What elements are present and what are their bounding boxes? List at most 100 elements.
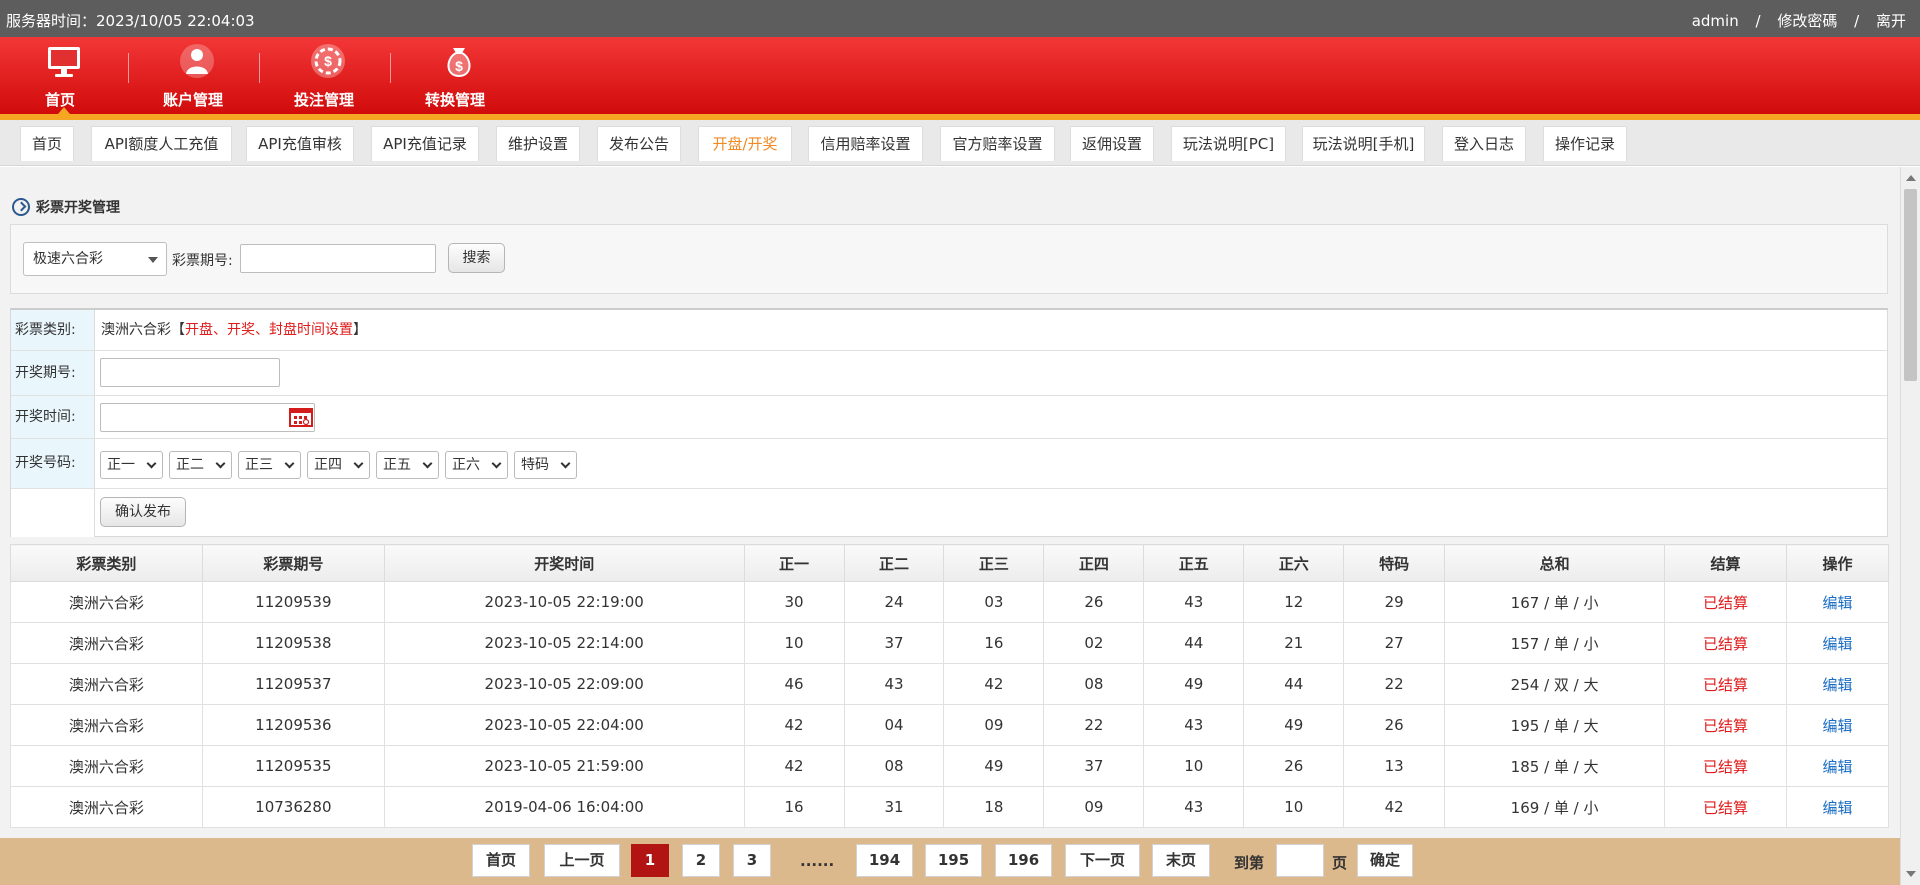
tab-api-topup-review[interactable]: API充值审核 (246, 126, 354, 161)
ball-5-select[interactable]: 正五 (376, 451, 439, 479)
table-row: 澳洲六合彩 11209536 2023-10-05 22:04:00 42 04 09 22… (10, 704, 1890, 746)
vertical-scrollbar[interactable] (1900, 167, 1920, 885)
page-1-button[interactable]: 1 (631, 844, 669, 877)
page-194-button[interactable]: 194 (856, 844, 913, 877)
top-status-bar: 服务器时间：2023/10/05 22:04:03 admin / 修改密碼 /… (0, 0, 1920, 37)
prev-page-button[interactable]: 上一页 (544, 844, 620, 877)
table-cell: 43 (1143, 704, 1245, 746)
scroll-down-icon[interactable] (1906, 871, 1916, 877)
edit-link[interactable]: 编辑 (1785, 622, 1890, 664)
schedule-settings-link[interactable]: 开盘、开奖、封盘时间设置 (185, 322, 353, 338)
search-button[interactable]: 搜索 (448, 243, 505, 273)
special-number-select[interactable]: 特码 (514, 451, 577, 479)
col-header: 正一 (743, 544, 845, 582)
nav-bets[interactable]: $ 投注管理 (269, 37, 379, 114)
ball-1-select[interactable]: 正一 (100, 451, 163, 479)
section-title-text: 彩票开奖管理 (36, 200, 120, 216)
ball-6-select[interactable]: 正六 (445, 451, 508, 479)
goto-page-input[interactable] (1276, 844, 1324, 877)
form-label: 彩票类别: (11, 310, 95, 350)
scroll-thumb[interactable] (1904, 189, 1917, 381)
table-cell: 10 (1243, 786, 1345, 828)
page-2-button[interactable]: 2 (682, 844, 720, 877)
tab-announcements[interactable]: 发布公告 (597, 126, 681, 161)
table-cell: 18 (943, 786, 1045, 828)
page-unit-label: 页 (1332, 854, 1348, 872)
last-page-button[interactable]: 末页 (1152, 844, 1210, 877)
caret-down-icon (148, 257, 158, 263)
tab-login-logs[interactable]: 登入日志 (1442, 126, 1526, 161)
tab-api-topup-records[interactable]: API充值记录 (371, 126, 479, 161)
table-cell: 43 (1143, 581, 1245, 623)
chevron-down-icon (284, 458, 295, 469)
bracket: 【 (171, 322, 185, 338)
table-cell: 03 (943, 581, 1045, 623)
tab-rules-pc[interactable]: 玩法说明[PC] (1171, 126, 1286, 161)
lottery-type-select[interactable]: 极速六合彩 (23, 242, 167, 276)
tab-open-draw[interactable]: 开盘/开奖 (698, 126, 792, 161)
user-links: admin / 修改密碼 / 离开 (1692, 10, 1906, 31)
col-header: 彩票类别 (10, 544, 203, 582)
ball-3-select[interactable]: 正三 (238, 451, 301, 479)
tab-api-manual-topup[interactable]: API额度人工充值 (91, 126, 232, 161)
draw-time-input[interactable] (100, 403, 315, 432)
period-search-input[interactable] (240, 244, 436, 273)
table-cell: 26 (1243, 745, 1345, 787)
nav-transfers[interactable]: $ 转换管理 (400, 37, 510, 114)
settled-status: 已结算 (1664, 704, 1787, 746)
first-page-button[interactable]: 首页 (472, 844, 530, 877)
pagination-bar: 首页 上一页 1 2 3 ...... 194 195 196 下一页 末页 到… (0, 838, 1900, 885)
page-196-button[interactable]: 196 (995, 844, 1052, 877)
table-cell: 42 (743, 704, 845, 746)
nav-accounts[interactable]: 账户管理 (138, 37, 248, 114)
table-cell: 16 (943, 622, 1045, 664)
edit-link[interactable]: 编辑 (1785, 581, 1890, 623)
ball-2-select[interactable]: 正二 (169, 451, 232, 479)
table-cell: 31 (843, 786, 945, 828)
tab-official-odds[interactable]: 官方赔率设置 (940, 126, 1055, 161)
ball-4-select[interactable]: 正四 (307, 451, 370, 479)
scroll-up-icon[interactable] (1906, 175, 1916, 181)
lottery-type-value: 极速六合彩 (33, 251, 103, 267)
table-cell: 澳洲六合彩 (10, 622, 203, 664)
edit-link[interactable]: 编辑 (1785, 704, 1890, 746)
table-cell: 157 / 单 / 小 (1444, 622, 1666, 664)
draw-period-input[interactable] (100, 358, 280, 387)
tab-operation-logs[interactable]: 操作记录 (1543, 126, 1627, 161)
tab-credit-odds[interactable]: 信用赔率设置 (808, 126, 923, 161)
table-cell: 42 (943, 663, 1045, 705)
col-header: 彩票期号 (201, 544, 385, 582)
table-cell: 49 (1243, 704, 1345, 746)
form-label-empty (11, 489, 95, 537)
tab-rules-mobile[interactable]: 玩法说明[手机] (1302, 126, 1425, 161)
next-page-button[interactable]: 下一页 (1065, 844, 1140, 877)
page-3-button[interactable]: 3 (733, 844, 771, 877)
tab-maintenance[interactable]: 维护设置 (496, 126, 580, 161)
goto-confirm-button[interactable]: 确定 (1357, 844, 1413, 877)
table-row: 澳洲六合彩 11209539 2023-10-05 22:19:00 30 24 03 26… (10, 581, 1890, 623)
calendar-icon[interactable] (289, 407, 313, 427)
tab-bar: 首页 API额度人工充值 API充值审核 API充值记录 维护设置 发布公告 开… (0, 120, 1920, 166)
change-password-link[interactable]: 修改密碼 (1777, 10, 1837, 31)
edit-link[interactable]: 编辑 (1785, 663, 1890, 705)
edit-link[interactable]: 编辑 (1785, 745, 1890, 787)
form-label: 开奖期号: (11, 351, 95, 395)
draw-form: 彩票类别: 澳洲六合彩【开盘、开奖、封盘时间设置】 开奖期号: 开奖时间: 开奖… (10, 308, 1888, 537)
confirm-publish-button[interactable]: 确认发布 (100, 497, 186, 527)
nav-divider (128, 53, 129, 83)
nav-home[interactable]: 首页 (5, 37, 115, 114)
table-cell: 08 (1043, 663, 1145, 705)
page-195-button[interactable]: 195 (925, 844, 982, 877)
tab-home[interactable]: 首页 (20, 126, 74, 161)
edit-link[interactable]: 编辑 (1785, 786, 1890, 828)
table-row: 澳洲六合彩 11209538 2023-10-05 22:14:00 10 37 16 02… (10, 622, 1890, 664)
table-cell: 27 (1343, 622, 1446, 664)
col-header: 正二 (843, 544, 945, 582)
table-cell: 49 (943, 745, 1045, 787)
chevron-down-icon (146, 458, 157, 469)
form-row-numbers: 开奖号码: 正一 正二 正三 正四 正五 正六 特码 (11, 439, 1887, 489)
tab-rebate-settings[interactable]: 返佣设置 (1070, 126, 1154, 161)
logout-link[interactable]: 离开 (1876, 10, 1906, 31)
search-panel: 极速六合彩 彩票期号: 搜索 (10, 224, 1888, 294)
col-header: 正六 (1243, 544, 1345, 582)
